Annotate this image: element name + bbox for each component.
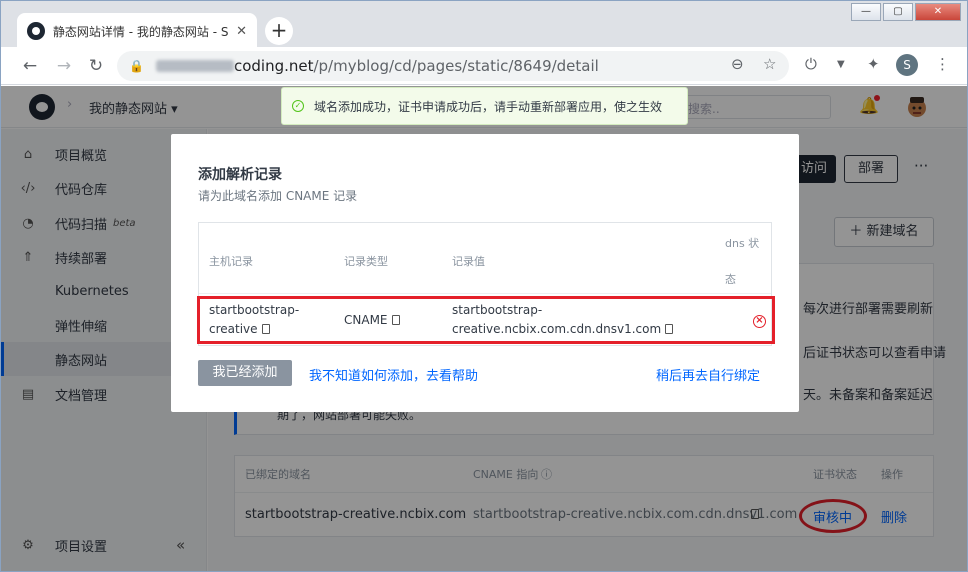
column-header: 态 (725, 273, 736, 286)
maximize-button[interactable]: ▢ (883, 3, 913, 21)
new-tab-button[interactable]: + (265, 17, 293, 45)
add-dns-record-dialog: 添加解析记录 请为此域名添加 CNAME 记录 主机记录 记录类型 记录值 dn… (171, 134, 799, 412)
divider (199, 293, 771, 294)
tab-title: 静态网站详情 - 我的静态网站 - S (52, 24, 229, 39)
coding-favicon-icon (27, 22, 45, 40)
minimize-button[interactable]: — (851, 3, 881, 21)
zoom-icon[interactable]: ⊖ (731, 55, 744, 73)
confirm-added-button[interactable]: 我已经添加 (198, 360, 292, 386)
bookmark-star-icon[interactable]: ☆ (763, 55, 776, 73)
reload-icon[interactable]: ↻ (85, 55, 107, 77)
back-icon[interactable]: ← (19, 55, 41, 77)
check-circle-icon: ✓ (292, 100, 304, 112)
dropdown-icon[interactable]: ▼ (837, 59, 845, 70)
window-controls: — ▢ ✕ (851, 3, 961, 21)
browser-tab[interactable]: 静态网站详情 - 我的静态网站 - S ✕ (17, 13, 257, 49)
column-header: 主机记录 (209, 255, 253, 268)
profile-avatar[interactable]: S (896, 54, 918, 76)
success-toast: ✓ 域名添加成功，证书申请成功后，请手动重新部署应用，使之生效 (281, 87, 688, 125)
menu-icon[interactable]: ⋮ (935, 55, 950, 73)
dialog-title: 添加解析记录 (198, 167, 282, 183)
toast-message: 域名添加成功，证书申请成功后，请手动重新部署应用，使之生效 (314, 99, 663, 114)
red-highlight-box (197, 296, 775, 344)
close-window-button[interactable]: ✕ (915, 3, 961, 21)
column-header: 记录值 (452, 255, 485, 268)
url-host: coding.net (233, 57, 314, 75)
extensions-icon[interactable]: ✦ (867, 55, 880, 73)
column-header: dns 状 (725, 237, 760, 250)
address-bar[interactable]: 🔒 coding.net/p/myblog/cd/pages/static/86… (117, 51, 789, 81)
tab-close-icon[interactable]: ✕ (236, 24, 247, 39)
browser-window: 静态网站详情 - 我的静态网站 - S ✕ + — ▢ ✕ ← → ↻ 🔒 co… (0, 0, 968, 572)
power-icon[interactable]: ⏻ (805, 55, 817, 73)
bind-later-link[interactable]: 稍后再去自行绑定 (656, 365, 760, 384)
column-header: 记录类型 (344, 255, 388, 268)
url-path: /p/myblog/cd/pages/static/8649/detail (313, 57, 599, 75)
help-link[interactable]: 我不知道如何添加，去看帮助 (309, 365, 478, 384)
url-blurred-segment (155, 60, 234, 72)
browser-toolbar: ← → ↻ 🔒 coding.net/p/myblog/cd/pages/sta… (1, 47, 967, 85)
lock-icon: 🔒 (129, 59, 144, 73)
tab-strip: 静态网站详情 - 我的静态网站 - S ✕ + — ▢ ✕ (1, 1, 967, 49)
dialog-subtitle: 请为此域名添加 CNAME 记录 (198, 189, 358, 203)
forward-icon[interactable]: → (53, 55, 75, 77)
